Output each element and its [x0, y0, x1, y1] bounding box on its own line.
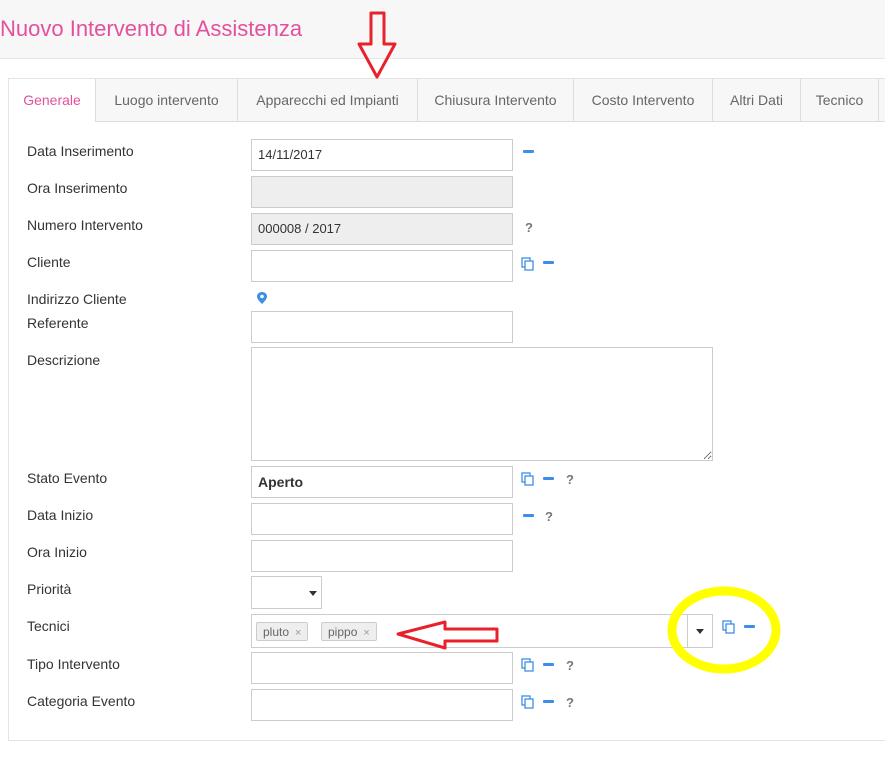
red-arrow-down-annotation	[357, 11, 397, 79]
yellow-circle-annotation	[667, 586, 781, 674]
annotation-overlay	[357, 11, 781, 674]
red-arrow-left-annotation	[396, 620, 499, 650]
